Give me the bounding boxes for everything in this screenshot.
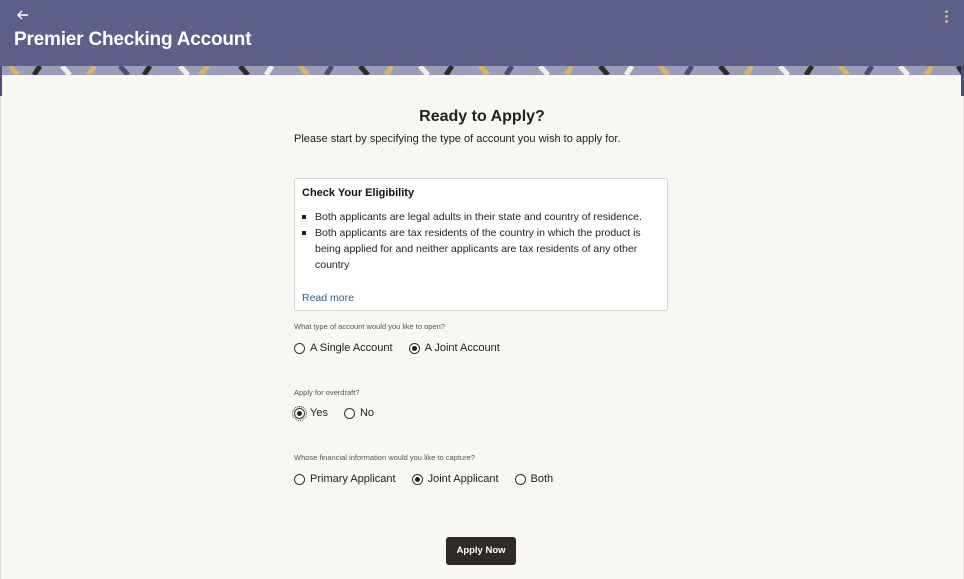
radio-checked-icon: [408, 342, 420, 354]
section-subtitle: Please start by specifying the type of a…: [294, 133, 621, 145]
eligibility-item: Both applicants are legal adults in thei…: [302, 209, 654, 225]
radio-label: Primary Applicant: [310, 473, 396, 485]
financial-info-label: Whose financial information would you li…: [294, 453, 475, 462]
radio-checked-icon: [292, 405, 307, 421]
page-title: Premier Checking Account: [14, 29, 252, 50]
decorative-banner: [0, 66, 964, 75]
kebab-menu-icon: [944, 10, 948, 13]
radio-joint-applicant[interactable]: Joint Applicant: [411, 473, 499, 485]
eligibility-title: Check Your Eligibility: [302, 187, 415, 199]
radio-checked-icon: [411, 473, 423, 485]
radio-label: No: [359, 407, 375, 419]
eligibility-item: Both applicants are tax residents of the…: [302, 225, 654, 273]
overdraft-label: Apply for overdraft?: [294, 388, 360, 397]
radio-joint-account[interactable]: A Joint Account: [408, 342, 500, 354]
radio-overdraft-yes[interactable]: Yes: [292, 405, 328, 421]
account-type-label: What type of account would you like to o…: [294, 322, 445, 331]
back-button[interactable]: [16, 8, 36, 26]
financial-info-radio-group: Primary Applicant Joint Applicant Both: [294, 473, 569, 485]
kebab-dot: [944, 20, 948, 23]
section-title: Ready to Apply?: [419, 108, 545, 125]
radio-label: Joint Applicant: [427, 473, 499, 485]
app-header: Premier Checking Account: [0, 0, 964, 66]
radio-icon: [343, 407, 355, 419]
radio-label: A Single Account: [310, 342, 393, 354]
eligibility-card: Check Your Eligibility Both applicants a…: [294, 178, 668, 311]
main-content: [0, 75, 964, 579]
radio-label: A Joint Account: [424, 342, 500, 354]
radio-both[interactable]: Both: [514, 473, 554, 485]
radio-label: Both: [530, 473, 554, 485]
apply-now-button[interactable]: Apply Now: [446, 537, 516, 565]
radio-icon: [514, 473, 526, 485]
radio-icon: [294, 342, 305, 354]
kebab-dot: [944, 15, 948, 18]
eligibility-list: Both applicants are legal adults in thei…: [302, 209, 654, 273]
radio-single-account[interactable]: A Single Account: [294, 342, 393, 354]
radio-primary-applicant[interactable]: Primary Applicant: [294, 473, 396, 485]
kebab-menu-button[interactable]: [942, 10, 950, 26]
radio-overdraft-no[interactable]: No: [343, 407, 375, 419]
radio-label: Yes: [310, 407, 328, 419]
read-more-link[interactable]: Read more: [302, 292, 354, 304]
left-edge-strip: [0, 66, 2, 96]
account-type-radio-group: A Single Account A Joint Account: [294, 342, 516, 354]
overdraft-radio-group: Yes No: [292, 405, 390, 421]
arrow-left-icon: [17, 10, 28, 20]
radio-icon: [294, 473, 305, 485]
